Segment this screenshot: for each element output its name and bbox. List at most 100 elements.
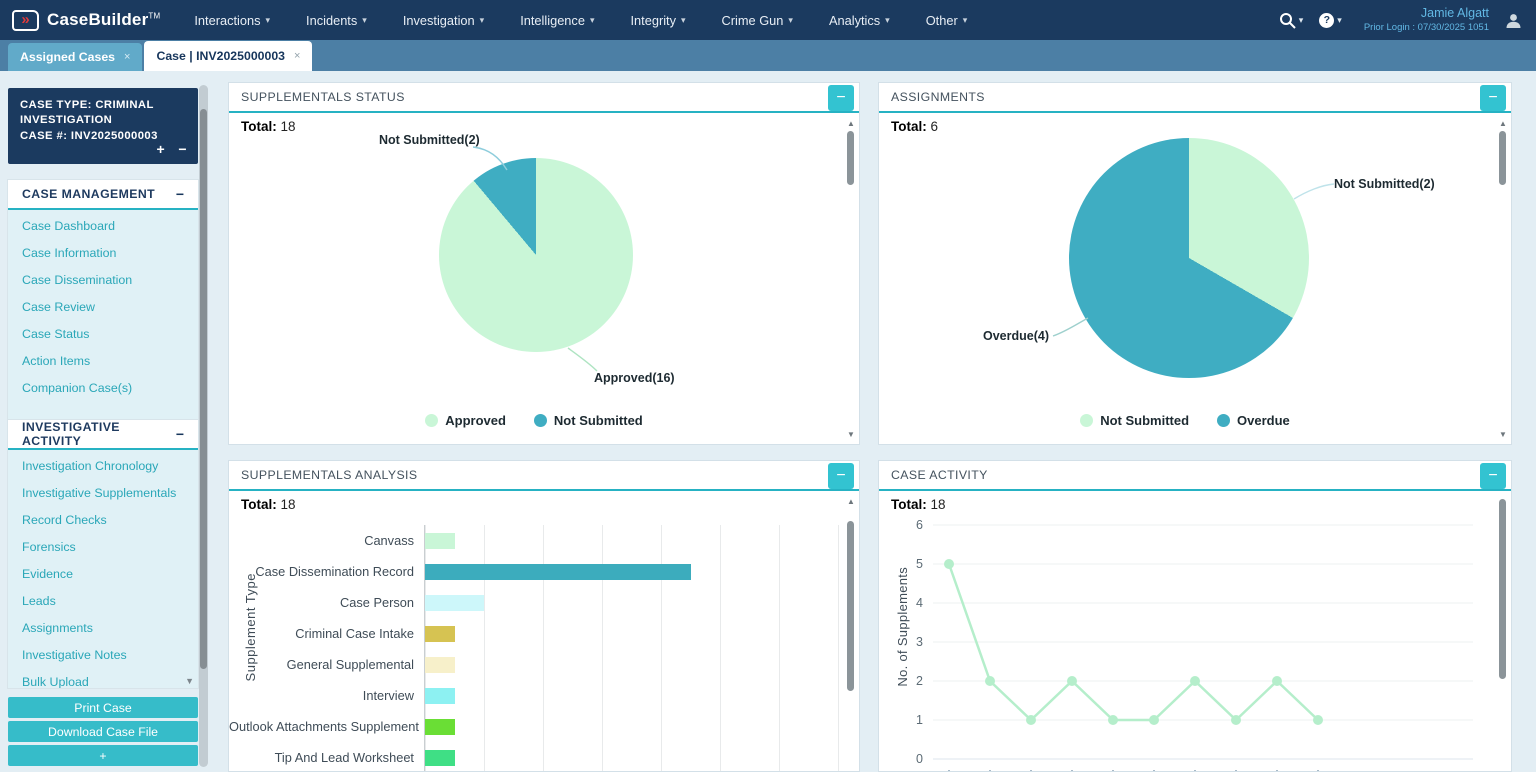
investigative-activity-list: Investigation ChronologyInvestigative Su…	[8, 450, 198, 688]
pie-callout: Not Submitted(2)	[379, 133, 475, 147]
collapse-button[interactable]: −	[1480, 463, 1506, 489]
panel-scrollbar[interactable]: ▲ ▼	[846, 119, 856, 439]
sidebar-item-companion-case-s[interactable]: Companion Case(s)	[8, 375, 198, 402]
sidebar-item-case-status[interactable]: Case Status	[8, 321, 198, 348]
case-type-line: CASE TYPE: CRIMINAL	[20, 98, 186, 113]
legend-item-approved[interactable]: Approved	[425, 413, 506, 428]
user-icon[interactable]	[1505, 12, 1522, 29]
sidebar-item-record-checks[interactable]: Record Checks	[8, 507, 198, 534]
print-case-button[interactable]: Print Case	[8, 697, 198, 718]
scroll-up-icon[interactable]: ▲	[846, 119, 856, 128]
panel-title: SUPPLEMENTALS STATUS	[241, 90, 405, 104]
scrollbar-thumb[interactable]	[1499, 131, 1506, 185]
tab-label: Case | INV2025000003	[156, 49, 285, 63]
collapse-icon[interactable]: −	[176, 186, 184, 202]
tab-bar: Assigned Cases × Case | INV2025000003 ×	[0, 40, 1536, 71]
sidebar-item-assignments[interactable]: Assignments	[8, 615, 198, 642]
sidebar-item-investigation-chronology[interactable]: Investigation Chronology	[8, 453, 198, 480]
nav-menu: Interactions▾Incidents▾Investigation▾Int…	[194, 13, 967, 28]
svg-text:5: 5	[916, 557, 923, 571]
legend-item-not-submitted[interactable]: Not Submitted	[1080, 413, 1189, 428]
pie-callout: Overdue(4)	[983, 329, 1049, 343]
svg-text:2: 2	[916, 674, 923, 688]
help-button[interactable]: ? ▾	[1319, 13, 1342, 28]
sidebar-item-leads[interactable]: Leads	[8, 588, 198, 615]
nav-item-label: Other	[926, 13, 958, 28]
close-icon[interactable]: ×	[294, 50, 300, 62]
panel-scrollbar[interactable]: ▲	[846, 497, 856, 766]
collapse-icon[interactable]: −	[178, 141, 187, 157]
download-case-file-button[interactable]: Download Case File	[8, 721, 198, 742]
scrollbar-thumb[interactable]	[1499, 499, 1506, 679]
brand-name: CaseBuilderTM	[47, 10, 160, 30]
svg-text:4: 4	[916, 596, 923, 610]
nav-item-investigation[interactable]: Investigation▾	[403, 13, 484, 28]
collapse-icon[interactable]: −	[176, 426, 184, 442]
scroll-down-icon[interactable]: ▼	[1498, 430, 1508, 439]
sidebar-item-evidence[interactable]: Evidence	[8, 561, 198, 588]
help-icon: ?	[1319, 13, 1334, 28]
nav-item-analytics[interactable]: Analytics▾	[829, 13, 890, 28]
pie-callout: Approved(16)	[594, 371, 675, 385]
sidebar-scrollbar[interactable]: ▼	[199, 85, 208, 767]
close-icon[interactable]: ×	[124, 51, 130, 63]
svg-text:0: 0	[916, 752, 923, 766]
bar-general-supplemental	[425, 649, 841, 680]
sidebar-item-bulk-upload[interactable]: Bulk Upload	[8, 669, 198, 688]
callout-leader-line	[469, 143, 514, 173]
sidebar-item-investigative-supplementals[interactable]: Investigative Supplementals	[8, 480, 198, 507]
nav-item-label: Interactions	[194, 13, 260, 28]
scroll-up-icon[interactable]: ▲	[846, 497, 856, 506]
tab-label: Assigned Cases	[20, 50, 115, 64]
sidebar-item-case-review[interactable]: Case Review	[8, 294, 198, 321]
bar-interview	[425, 680, 841, 711]
sidebar-item-investigative-notes[interactable]: Investigative Notes	[8, 642, 198, 669]
panel-scrollbar[interactable]: ▲ ▼	[1498, 119, 1508, 439]
bar-category-label: Interview	[229, 680, 424, 711]
sidebar-item-forensics[interactable]: Forensics	[8, 534, 198, 561]
scrollbar-thumb[interactable]	[847, 521, 854, 691]
user-name: Jamie Algatt	[1364, 6, 1489, 22]
search-button[interactable]: ▾	[1279, 12, 1304, 29]
scroll-up-icon[interactable]: ▲	[1498, 119, 1508, 128]
panel-scrollbar[interactable]	[1498, 497, 1508, 766]
nav-item-integrity[interactable]: Integrity▾	[630, 13, 685, 28]
chevron-down-icon: ▾	[362, 15, 367, 26]
total-row: Total: 18	[241, 497, 296, 512]
sidebar-item-action-items[interactable]: Action Items	[8, 348, 198, 375]
collapse-button[interactable]: −	[1480, 85, 1506, 111]
user-info[interactable]: Jamie Algatt Prior Login : 07/30/2025 10…	[1364, 6, 1489, 34]
legend-item-overdue[interactable]: Overdue	[1217, 413, 1290, 428]
sidebar-item-case-dissemination[interactable]: Case Dissemination	[8, 267, 198, 294]
add-button[interactable]: +	[8, 745, 198, 766]
chevron-down-icon: ▾	[1337, 15, 1342, 26]
nav-item-other[interactable]: Other▾	[926, 13, 968, 28]
total-row: Total: 6	[891, 119, 938, 134]
scroll-down-icon[interactable]: ▼	[185, 676, 194, 686]
collapse-button[interactable]: −	[828, 463, 854, 489]
chevron-down-icon: ▾	[788, 15, 793, 26]
sidebar-item-case-dashboard[interactable]: Case Dashboard	[8, 213, 198, 240]
sidebar-item-case-information[interactable]: Case Information	[8, 240, 198, 267]
nav-item-label: Intelligence	[520, 13, 585, 28]
bar-category-label: Tip And Lead Worksheet	[229, 742, 424, 772]
legend-dot	[1080, 414, 1093, 427]
tab-case-inv2025000003[interactable]: Case | INV2025000003 ×	[144, 41, 312, 71]
scrollbar-thumb[interactable]	[847, 131, 854, 185]
legend-label: Not Submitted	[1100, 413, 1189, 428]
scroll-down-icon[interactable]: ▼	[846, 430, 856, 439]
legend-item-not-submitted[interactable]: Not Submitted	[534, 413, 643, 428]
supplementals-analysis-bar-chart: CanvassCase Dissemination RecordCase Per…	[229, 525, 841, 772]
legend-label: Not Submitted	[554, 413, 643, 428]
scrollbar-thumb[interactable]	[200, 109, 207, 669]
panel-supplementals-status: SUPPLEMENTALS STATUS − Total: 18 Not Sub…	[228, 82, 860, 445]
nav-item-interactions[interactable]: Interactions▾	[194, 13, 270, 28]
pie-legend: Not Submitted Overdue	[879, 413, 1491, 428]
nav-item-incidents[interactable]: Incidents▾	[306, 13, 367, 28]
tab-assigned-cases[interactable]: Assigned Cases ×	[8, 43, 142, 71]
expand-icon[interactable]: +	[157, 141, 166, 157]
nav-item-intelligence[interactable]: Intelligence▾	[520, 13, 594, 28]
nav-item-crime-gun[interactable]: Crime Gun▾	[722, 13, 793, 28]
collapse-button[interactable]: −	[828, 85, 854, 111]
supplementals-status-pie-chart	[439, 158, 633, 352]
